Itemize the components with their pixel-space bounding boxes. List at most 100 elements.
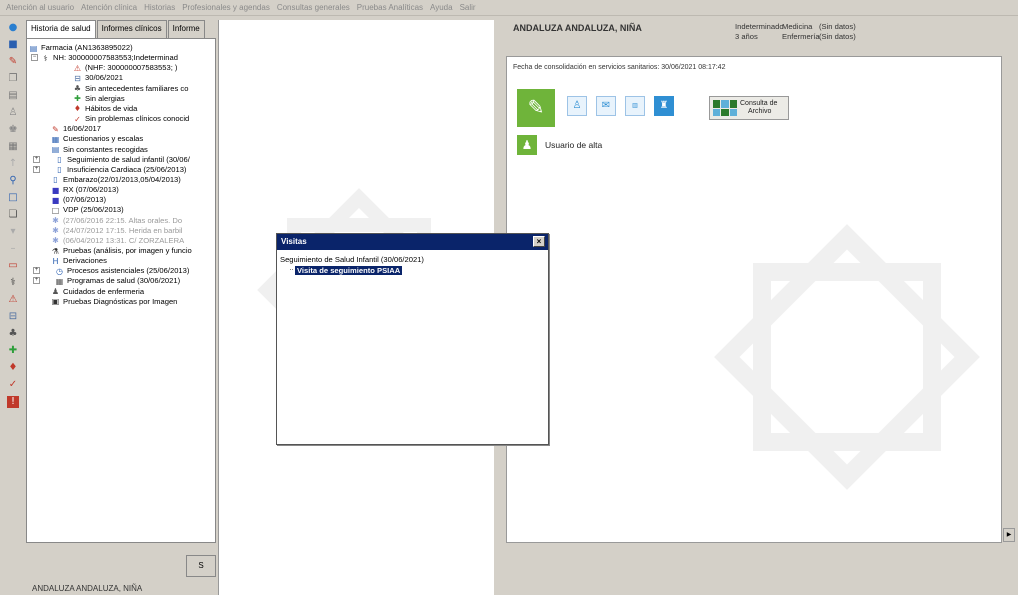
tree-node[interactable]: ▯ Seguimiento de salud infantil (30/06/: [55, 155, 190, 165]
bed-tool-icon[interactable]: ⊟: [7, 311, 19, 323]
dialog-title: Visitas: [281, 237, 307, 246]
menu-item-6[interactable]: Ayuda: [430, 3, 453, 12]
menu-item-0[interactable]: Atención al usuario: [6, 3, 74, 12]
tree-node-label: (06/04/2012 13:31. C/ ZORZALERA: [63, 235, 185, 245]
expand-icon[interactable]: +: [33, 267, 40, 275]
red-box-icon[interactable]: ▭: [7, 260, 19, 272]
tree-node-label: Farmacia (AN1363895022): [41, 43, 133, 52]
copy-icon[interactable]: ❐: [7, 73, 19, 85]
user-icon: ♟: [517, 135, 537, 155]
close-icon[interactable]: ×: [533, 236, 545, 247]
left-action-button[interactable]: S: [186, 555, 216, 577]
patient-age: 3 años: [735, 32, 758, 41]
stethoscope-tool-icon[interactable]: ⚕: [7, 277, 19, 289]
person-icon[interactable]: ♙: [7, 107, 19, 119]
menu-item-2[interactable]: Historias: [144, 3, 175, 12]
pacac-icon[interactable]: ▥: [625, 96, 645, 116]
tree-node[interactable]: ▯ Embarazo(22/01/2013,05/04/2013): [51, 175, 181, 185]
expand-icon[interactable]: +: [33, 155, 40, 163]
menu-item-3[interactable]: Profesionales y agendas: [182, 3, 270, 12]
tree-node[interactable]: ◷ Procesos asistenciales (25/06/2013): [55, 266, 189, 276]
tree-node-label: (27/06/2016 22:15. Altas orales. Do: [63, 215, 183, 225]
tree-node[interactable]: ▤ Sin constantes recogidas: [51, 145, 148, 155]
tree-node[interactable]: ♣ Sin antecedentes familiares co: [73, 84, 189, 94]
tree-node[interactable]: ■ RX (07/06/2013): [51, 185, 119, 195]
imaging-icon: ▣: [51, 297, 60, 307]
tree-node-label: 16/06/2017: [63, 124, 102, 134]
selected-visit-label: Visita de seguimiento PSIAA: [295, 266, 403, 275]
dash-icon[interactable]: –: [7, 243, 19, 255]
usuario-de-alta-label[interactable]: Usuario de alta: [545, 140, 602, 150]
tree-node[interactable]: ⊟ 30/06/2021: [73, 73, 123, 83]
tree-node[interactable]: ✱ (27/06/2016 22:15. Altas orales. Do: [51, 216, 182, 226]
edit-icon[interactable]: ✎: [7, 56, 19, 68]
xray-icon-2: ■: [51, 195, 60, 205]
tooth-icon[interactable]: ♜: [654, 96, 674, 116]
nursing-icon: ♟: [51, 287, 60, 297]
tree-node[interactable]: ♟ Cuidados de enfermeria: [51, 287, 144, 297]
allergy-icon: ✚: [74, 94, 81, 104]
bed-icon: ⊟: [74, 73, 81, 83]
history-tree: ▤ Farmacia (AN1363895022) ⚕ NH: 30000000758…: [26, 38, 216, 543]
group-icon[interactable]: ♚: [7, 124, 19, 136]
child-figure-icon[interactable]: ♙: [567, 96, 587, 116]
tree-node[interactable]: ✱ (06/04/2012 13:31. C/ ZORZALERA: [51, 236, 184, 246]
collapse-icon[interactable]: −: [31, 54, 38, 62]
chat-bubble-icon[interactable]: ✉: [596, 96, 616, 116]
tree-node[interactable]: ▦ Cuestionarios y escalas: [51, 134, 143, 144]
tree-node[interactable]: ✎ 16/06/2017: [51, 124, 101, 134]
tree-node[interactable]: ✓ Sin problemas clínicos conocid: [73, 114, 189, 124]
tab-informes-clinicos[interactable]: Informes clínicos: [96, 20, 167, 38]
dialog-parent-node[interactable]: Seguimiento de Salud Infantil (30/06/202…: [280, 255, 424, 264]
check-tool-icon[interactable]: ✓: [7, 379, 19, 391]
menu-item-7[interactable]: Salir: [460, 3, 476, 12]
family-tool-icon[interactable]: ♣: [7, 328, 19, 340]
tree-node[interactable]: ⚠ (NHF: 300000007583553; ): [73, 63, 178, 73]
tree-node[interactable]: ✱ (24/07/2012 17:15. Herida en barbil: [51, 226, 182, 236]
lifestyle-tool-icon[interactable]: ♦: [7, 362, 19, 374]
tab-historia-de-salud[interactable]: Historia de salud: [26, 20, 96, 39]
tree-node-label: (07/06/2013): [63, 195, 107, 205]
dialog-title-bar[interactable]: Visitas ×: [277, 234, 548, 250]
tree-node[interactable]: ✚ Sin alergias: [73, 94, 125, 104]
search-icon[interactable]: ⚲: [7, 175, 19, 187]
tab-informe[interactable]: Informe: [167, 20, 205, 38]
flag-tool-icon[interactable]: !: [7, 396, 19, 408]
allergy-tool-icon[interactable]: ✚: [7, 345, 19, 357]
dialog-visit-item[interactable]: Visita de seguimiento PSIAA: [290, 266, 403, 275]
care-process-icon: ◷: [56, 266, 63, 276]
arrow-icon[interactable]: ↑: [7, 158, 19, 170]
menu-item-4[interactable]: Consultas generales: [277, 3, 350, 12]
tree-node-label: (24/07/2012 17:15. Herida en barbil: [63, 225, 183, 235]
expand-icon[interactable]: +: [33, 165, 40, 173]
window-icon[interactable]: □: [7, 192, 19, 204]
tree-node[interactable]: ⚕ NH: 300000007583553;Indeterminad: [41, 53, 178, 63]
record-icon[interactable]: ■: [7, 39, 19, 51]
scroll-down-icon[interactable]: ▶: [1003, 528, 1015, 542]
menu-item-5[interactable]: Pruebas Analíticas: [357, 3, 423, 12]
tree-node[interactable]: □ VDP (25/06/2013): [51, 205, 124, 215]
tree-node[interactable]: ▦ Programas de salud (30/06/2021): [55, 276, 180, 286]
tree-node[interactable]: ♦ Hábitos de vida: [73, 104, 137, 114]
down-icon[interactable]: ▾: [7, 226, 19, 238]
tree-node[interactable]: H Derivaciones: [51, 256, 106, 266]
tree-node[interactable]: ▯ Insuficiencia Cardiaca (25/06/2013): [55, 165, 186, 175]
menu-item-1[interactable]: Atención clínica: [81, 3, 137, 12]
visit-gear-icon: ✱: [52, 216, 59, 226]
family-icon: ♣: [73, 84, 82, 94]
clinical-problems-icon: ✓: [74, 114, 81, 124]
document-icon[interactable]: ❏: [7, 209, 19, 221]
consulta-archivo-button[interactable]: Consulta de Archivo: [709, 96, 789, 120]
expand-icon[interactable]: +: [33, 277, 40, 285]
table-icon[interactable]: ▦: [7, 141, 19, 153]
list-icon[interactable]: ▤: [7, 90, 19, 102]
xray-icon: ■: [51, 185, 60, 195]
child-health-icon: ▯: [57, 155, 62, 165]
tree-node[interactable]: ▣ Pruebas Diagnósticas por Imagen: [51, 297, 178, 307]
warning-tool-icon[interactable]: ⚠: [7, 294, 19, 306]
tree-node[interactable]: ■ (07/06/2013): [51, 195, 106, 205]
tree-node[interactable]: ⚗ Pruebas (análisis, por imagen y funcio: [51, 246, 192, 256]
vaccine-syringe-icon[interactable]: ✎: [517, 89, 555, 127]
tree-node[interactable]: ▤ Farmacia (AN1363895022): [29, 43, 133, 53]
globe-icon[interactable]: ●: [7, 22, 19, 34]
